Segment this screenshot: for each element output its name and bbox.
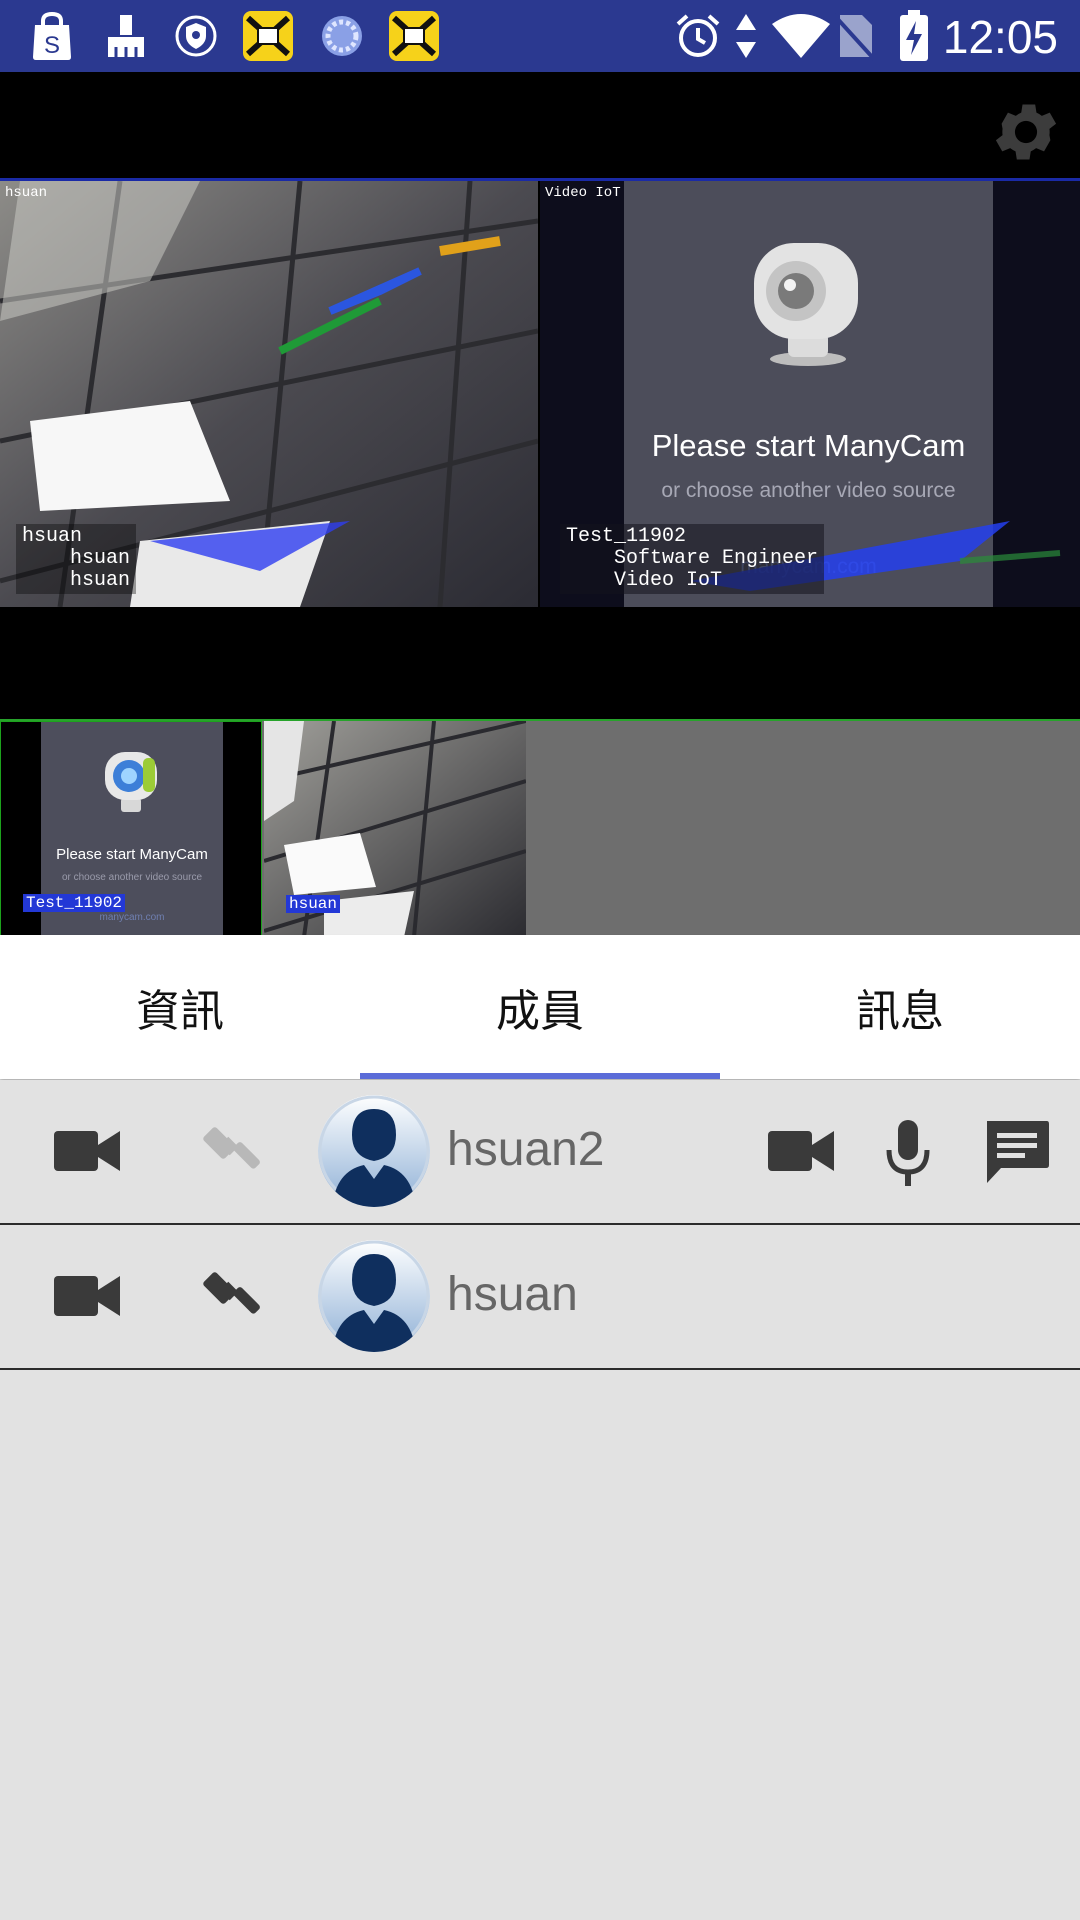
top-bar bbox=[0, 72, 1080, 180]
tab-bar: 資訊 成員 訊息 bbox=[0, 935, 1080, 1079]
video-tile-hsuan[interactable]: hsuan hsuan hsuan hsuan bbox=[0, 181, 538, 607]
status-bar: S 12:05 bbox=[0, 0, 1080, 72]
overlay-line-group: Video IoT bbox=[566, 569, 723, 592]
overlay-line-name: Test_11902 bbox=[566, 525, 687, 548]
thumbnail-tag: Test_11902 bbox=[23, 894, 126, 912]
videocam-icon[interactable] bbox=[766, 1120, 836, 1182]
avatar bbox=[318, 1240, 430, 1352]
main-video-stage: hsuan hsuan hsuan hsuan Please start Man… bbox=[0, 181, 1080, 719]
thumbnail-hsuan[interactable]: hsuan bbox=[264, 721, 526, 937]
tab-members[interactable]: 成員 bbox=[360, 935, 720, 1079]
overlay-line-name: hsuan bbox=[22, 525, 83, 548]
tile-name-label: Video IoT bbox=[545, 185, 621, 201]
avatar bbox=[318, 1095, 430, 1207]
webcam-icon bbox=[105, 752, 157, 812]
videocam-icon[interactable] bbox=[52, 1120, 122, 1182]
videocam-icon[interactable] bbox=[52, 1265, 122, 1327]
user-info-overlay: Test_11902 Software Engineer Video IoT bbox=[560, 524, 825, 594]
mic-icon[interactable] bbox=[876, 1116, 940, 1190]
chat-icon[interactable] bbox=[982, 1116, 1052, 1186]
battery-charging-icon bbox=[886, 8, 942, 64]
thumbnail-tag: hsuan bbox=[286, 895, 341, 913]
gavel-icon[interactable] bbox=[196, 1118, 266, 1184]
vpn-shield-icon bbox=[168, 8, 224, 64]
svg-text:S: S bbox=[44, 32, 60, 59]
video-tile-video-iot[interactable]: Please start ManyCam or choose another v… bbox=[540, 181, 1080, 607]
app-news-icon bbox=[240, 8, 296, 64]
thumbnail-strip: Please start ManyCam or choose another v… bbox=[0, 719, 1080, 937]
app-news-icon bbox=[386, 8, 442, 64]
placeholder-subtitle: or choose another video source bbox=[61, 872, 203, 883]
member-name: hsuan bbox=[447, 1268, 578, 1321]
clean-brush-icon bbox=[98, 8, 154, 64]
tab-messages[interactable]: 訊息 bbox=[720, 935, 1080, 1079]
tile-name-label: hsuan bbox=[5, 185, 48, 201]
member-name: hsuan2 bbox=[447, 1123, 605, 1176]
loading-icon bbox=[314, 8, 370, 64]
clock-time: 12:05 bbox=[942, 11, 1058, 63]
member-row[interactable]: hsuan2 bbox=[0, 1080, 1080, 1225]
member-row[interactable]: hsuan bbox=[0, 1225, 1080, 1370]
overlay-line-role: hsuan bbox=[22, 547, 131, 570]
overlay-line-role: Software Engineer bbox=[566, 547, 819, 570]
gear-icon[interactable] bbox=[988, 94, 1064, 170]
user-info-overlay: hsuan hsuan hsuan bbox=[16, 524, 137, 594]
placeholder-title: Please start ManyCam bbox=[56, 846, 208, 863]
no-sim-icon bbox=[826, 8, 882, 64]
overlay-line-group: hsuan bbox=[22, 569, 131, 592]
tab-selected-indicator bbox=[360, 1073, 720, 1079]
placeholder-brand: manycam.com bbox=[99, 912, 165, 923]
shopping-bag-icon: S bbox=[24, 8, 80, 64]
gavel-icon[interactable] bbox=[196, 1263, 266, 1329]
thumbnail-test-11902[interactable]: Please start ManyCam or choose another v… bbox=[0, 721, 262, 937]
tab-info[interactable]: 資訊 bbox=[0, 935, 360, 1079]
